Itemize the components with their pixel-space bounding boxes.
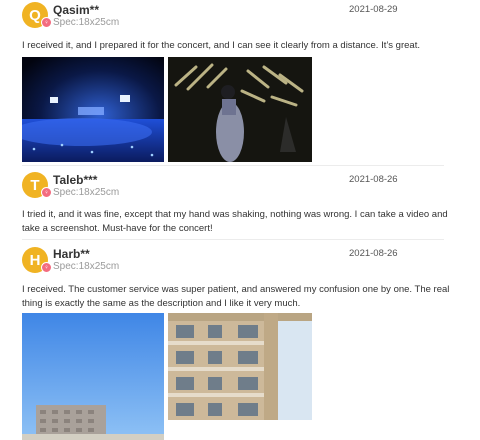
apartment-building-photo[interactable] (168, 313, 312, 420)
review-text: I tried it, and it was fine, except that… (22, 209, 448, 234)
divider (22, 165, 444, 166)
sky-building-photo[interactable] (22, 313, 164, 440)
review-item: T ♀ Taleb*** Spec:18x25cm 2021-08-26 I t… (0, 170, 480, 240)
review-item: Q ♀ Qasim** Spec:18x25cm 2021-08-29 I re… (0, 0, 480, 165)
product-spec: Spec:18x25cm (53, 187, 120, 198)
review-item: H ♀ Harb** Spec:18x25cm 2021-08-26 I rec… (0, 244, 480, 440)
review-date: 2021-08-29 (349, 4, 398, 15)
reviewer-name: Taleb*** (53, 173, 98, 187)
stage-performer-photo[interactable] (168, 57, 312, 162)
product-spec: Spec:18x25cm (53, 17, 120, 28)
divider (22, 239, 444, 240)
product-spec: Spec:18x25cm (53, 261, 120, 272)
review-date: 2021-08-26 (349, 248, 398, 259)
review-text: I received. The customer service was sup… (22, 284, 450, 309)
reviewer-name: Harb** (53, 247, 90, 261)
gender-badge-icon: ♀ (41, 17, 52, 28)
review-text: I received it, and I prepared it for the… (22, 40, 420, 51)
review-date: 2021-08-26 (349, 174, 398, 185)
gender-badge-icon: ♀ (41, 187, 52, 198)
reviewer-name: Qasim** (53, 3, 100, 17)
gender-badge-icon: ♀ (41, 262, 52, 273)
concert-crowd-photo[interactable] (22, 57, 164, 162)
